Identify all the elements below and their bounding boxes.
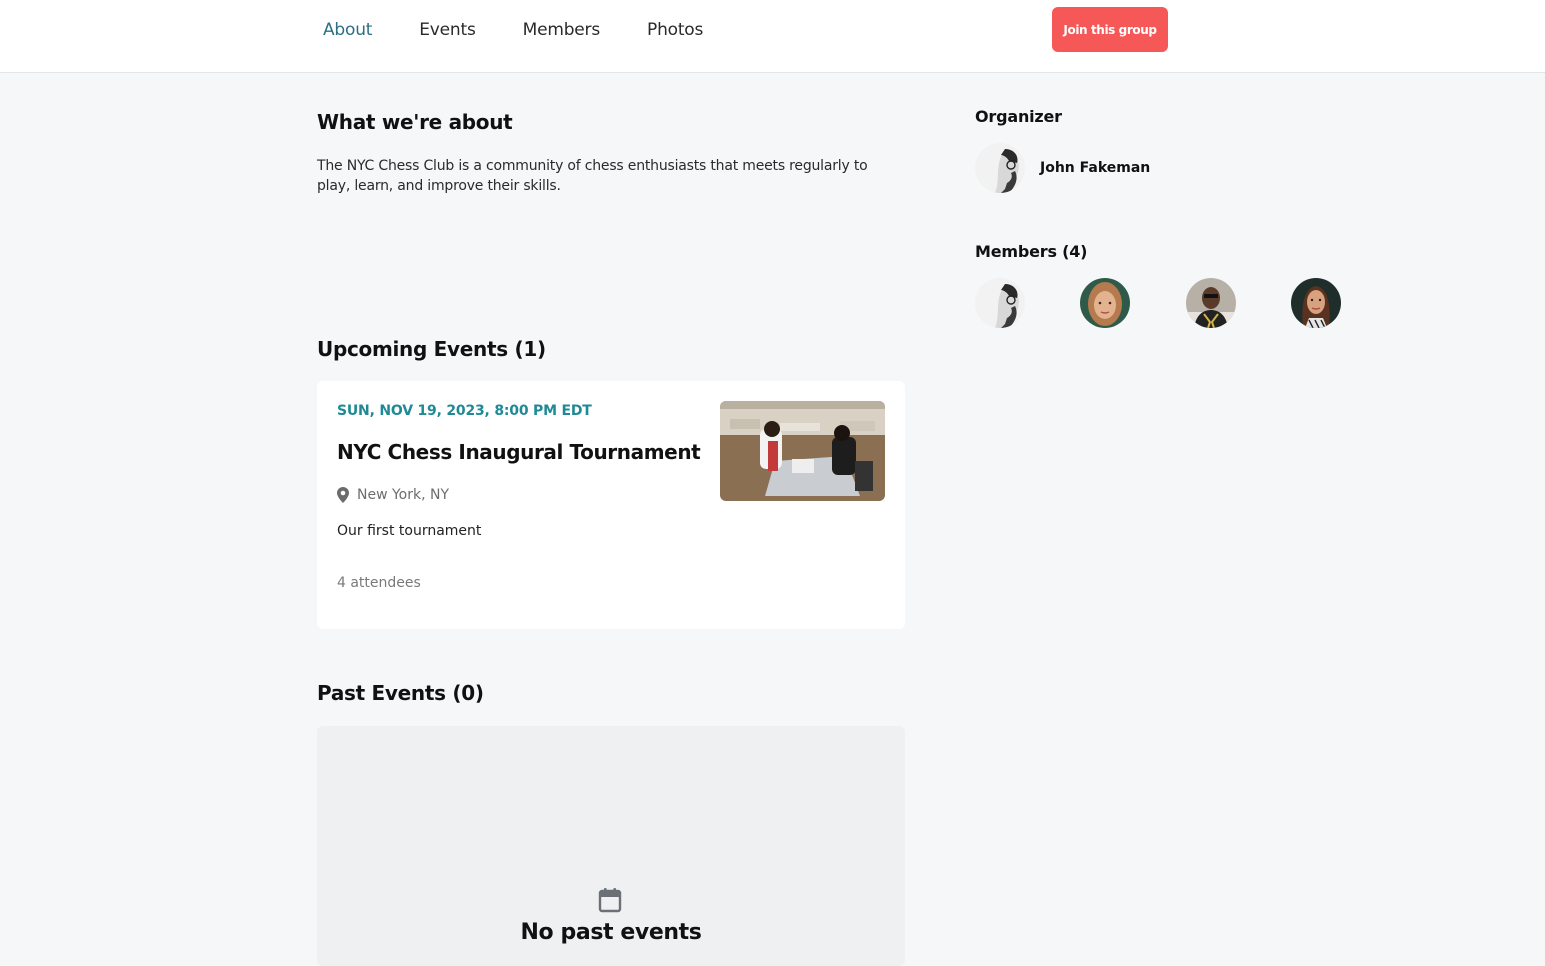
organizer[interactable]: John Fakeman xyxy=(975,143,1150,193)
event-description: Our first tournament xyxy=(337,523,482,539)
member-avatar[interactable] xyxy=(1291,278,1341,328)
event-attendees: 4 attendees xyxy=(337,575,421,591)
location-pin-icon xyxy=(337,487,349,503)
event-location-text: New York, NY xyxy=(357,487,450,503)
organizer-name: John Fakeman xyxy=(1040,160,1151,176)
tab-members[interactable]: Members xyxy=(523,19,601,41)
past-events-empty-state: No past events xyxy=(317,726,905,966)
tab-photos[interactable]: Photos xyxy=(647,19,703,41)
event-card[interactable]: SUN, NOV 19, 2023, 8:00 PM EDT NYC Chess… xyxy=(317,381,905,629)
event-location: New York, NY xyxy=(337,487,449,503)
member-avatar[interactable] xyxy=(1080,278,1130,328)
about-heading: What we're about xyxy=(317,110,513,134)
past-events-heading: Past Events (0) xyxy=(317,681,484,705)
event-title[interactable]: NYC Chess Inaugural Tournament xyxy=(337,440,701,464)
no-past-events-text: No past events xyxy=(520,920,702,945)
organizer-heading: Organizer xyxy=(975,107,1062,126)
about-description: The NYC Chess Club is a community of che… xyxy=(317,158,868,194)
calendar-icon xyxy=(598,888,622,913)
join-group-button[interactable]: Join this group xyxy=(1052,7,1168,52)
group-tabs: About Events Members Photos xyxy=(323,19,750,41)
member-avatar[interactable] xyxy=(975,278,1025,328)
tab-events[interactable]: Events xyxy=(419,19,476,41)
member-avatar[interactable] xyxy=(1186,278,1236,328)
organizer-avatar xyxy=(975,143,1025,193)
tab-about[interactable]: About xyxy=(323,19,372,41)
members-heading: Members (4) xyxy=(975,242,1088,261)
upcoming-events-heading: Upcoming Events (1) xyxy=(317,337,546,361)
event-date: SUN, NOV 19, 2023, 8:00 PM EDT xyxy=(337,403,592,419)
top-navigation: About Events Members Photos Join this gr… xyxy=(0,0,1545,73)
event-photo xyxy=(720,401,885,501)
